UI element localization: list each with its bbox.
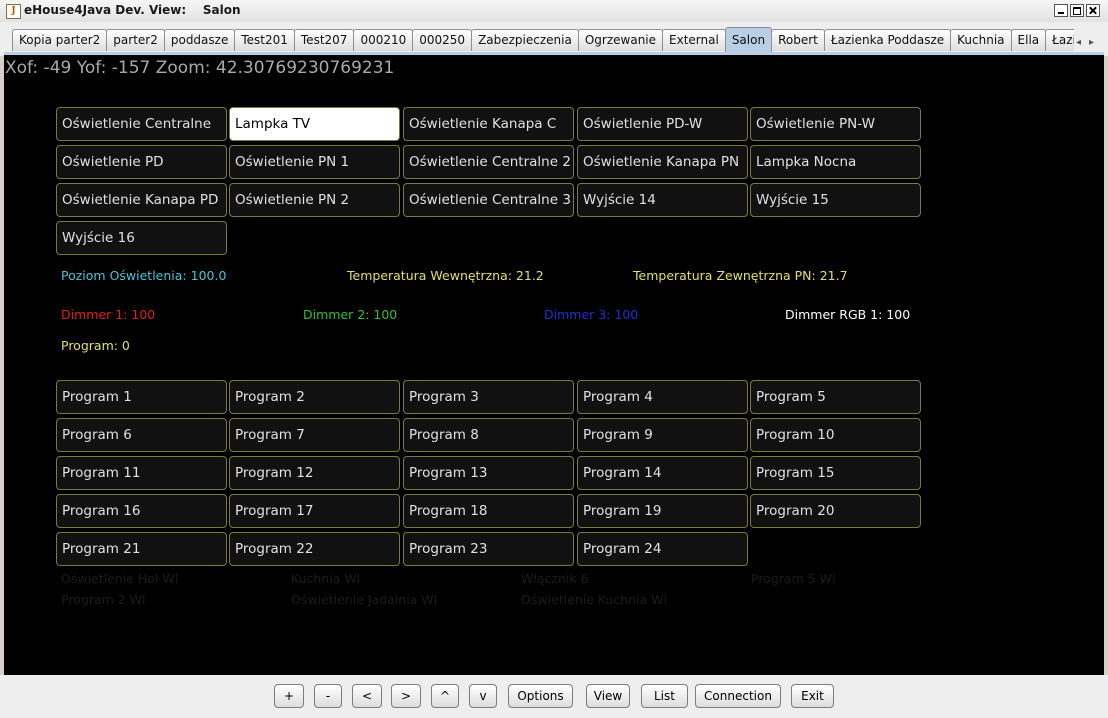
tab-test201[interactable]: Test201 (234, 29, 295, 51)
output-button-wyjscie-14[interactable]: Wyjście 14 (577, 183, 748, 217)
output-button-oswietlenie-pn-2[interactable]: Oświetlenie PN 2 (229, 183, 400, 217)
tab-zabezpieczenia[interactable]: Zabezpieczenia (471, 29, 579, 51)
zoom-status: Xof: -49 Yof: -157 Zoom: 42.307692307692… (5, 58, 395, 78)
output-button-wyjscie-16[interactable]: Wyjście 16 (56, 221, 227, 255)
program-button-program-23[interactable]: Program 23 (403, 532, 574, 566)
dimmer-rgb-readout: Dimmer RGB 1: 100 (785, 307, 911, 322)
output-button-oswietlenie-pd-w[interactable]: Oświetlenie PD-W (577, 107, 748, 141)
zoom-in-button[interactable]: + (274, 684, 304, 708)
program-button-program-10[interactable]: Program 10 (750, 418, 921, 452)
tab-strip: Kopia parter2 parter2 poddasze Test201 Test2… (0, 22, 1108, 56)
view-tabs: Kopia parter2 parter2 poddasze Test201 Test2… (12, 27, 1074, 52)
move-up-button[interactable]: ^ (431, 684, 459, 708)
dimmer-2-readout: Dimmer 2: 100 (303, 307, 398, 322)
tab-test207[interactable]: Test207 (293, 29, 355, 51)
dimmer-3-readout: Dimmer 3: 100 (544, 307, 639, 322)
program-button-program-3[interactable]: Program 3 (403, 380, 574, 414)
link-oswietlenie-kuchnia-wl[interactable]: Oświetlenie Kuchnia Wl (521, 592, 667, 607)
link-kuchnia-wl[interactable]: Kuchnia Wl (291, 571, 360, 586)
program-button-program-24[interactable]: Program 24 (577, 532, 748, 566)
program-button-program-21[interactable]: Program 21 (56, 532, 227, 566)
output-button-lampka-tv[interactable]: Lampka TV (229, 107, 400, 141)
tab-ella[interactable]: Ella (1010, 29, 1047, 51)
view-button[interactable]: View (586, 684, 630, 708)
output-button-oswietlenie-centralne-3[interactable]: Oświetlenie Centralne 3 (403, 183, 574, 217)
program-button-program-6[interactable]: Program 6 (56, 418, 227, 452)
minimize-icon[interactable] (1054, 4, 1068, 17)
program-button-program-20[interactable]: Program 20 (750, 494, 921, 528)
output-button-oswietlenie-centralne-2[interactable]: Oświetlenie Centralne 2 (403, 145, 574, 179)
tab-000210[interactable]: 000210 (353, 29, 414, 51)
view-canvas[interactable]: Xof: -49 Yof: -157 Zoom: 42.307692307692… (4, 55, 1104, 675)
move-left-button[interactable]: < (352, 684, 382, 708)
connection-button[interactable]: Connection (695, 684, 781, 708)
output-button-oswietlenie-pd[interactable]: Oświetlenie PD (56, 145, 227, 179)
move-right-button[interactable]: > (391, 684, 421, 708)
tab-external[interactable]: External (662, 29, 726, 51)
program-button-program-22[interactable]: Program 22 (229, 532, 400, 566)
output-button-oswietlenie-pn-w[interactable]: Oświetlenie PN-W (750, 107, 921, 141)
program-button-program-17[interactable]: Program 17 (229, 494, 400, 528)
window-title: eHouse4Java Dev. View: Salon (24, 3, 241, 17)
program-button-program-14[interactable]: Program 14 (577, 456, 748, 490)
tab-scroll-right-icon[interactable]: ▸ (1089, 37, 1102, 48)
tab-scroll-arrows[interactable]: ◂▸ (1076, 37, 1102, 48)
options-button[interactable]: Options (508, 684, 573, 708)
program-button-program-7[interactable]: Program 7 (229, 418, 400, 452)
output-button-oswietlenie-kanapa-pn[interactable]: Oświetlenie Kanapa PN (577, 145, 748, 179)
tab-000250[interactable]: 000250 (412, 29, 473, 51)
title-bar: J eHouse4Java Dev. View: Salon (0, 0, 1108, 23)
program-button-program-2[interactable]: Program 2 (229, 380, 400, 414)
java-app-icon: J (6, 4, 21, 19)
program-button-program-12[interactable]: Program 12 (229, 456, 400, 490)
program-button-program-19[interactable]: Program 19 (577, 494, 748, 528)
program-button-program-5[interactable]: Program 5 (750, 380, 921, 414)
close-icon[interactable] (1086, 4, 1100, 17)
link-oswietlenie-hol-wl[interactable]: Oświetlenie Hol Wl (61, 571, 178, 586)
tab-ogrzewanie[interactable]: Ogrzewanie (577, 29, 664, 51)
program-button-program-8[interactable]: Program 8 (403, 418, 574, 452)
tab-kuchnia[interactable]: Kuchnia (950, 29, 1012, 51)
tab-lazie[interactable]: Łazie (1045, 29, 1074, 51)
program-button-program-16[interactable]: Program 16 (56, 494, 227, 528)
program-button-program-11[interactable]: Program 11 (56, 456, 227, 490)
output-button-oswietlenie-centralne[interactable]: Oświetlenie Centralne (56, 107, 227, 141)
tab-lazienka-poddasze[interactable]: Łazienka Poddasze (823, 29, 952, 51)
outside-temperature-readout: Temperatura Zewnętrzna PN: 21.7 (633, 268, 848, 283)
program-button-program-4[interactable]: Program 4 (577, 380, 748, 414)
link-program-5-wl[interactable]: Program 5 Wl (751, 571, 835, 586)
dimmer-1-readout: Dimmer 1: 100 (61, 307, 156, 322)
link-wlacznik-6[interactable]: Włącznik 6 (521, 571, 589, 586)
move-down-button[interactable]: v (469, 684, 497, 708)
program-button-program-18[interactable]: Program 18 (403, 494, 574, 528)
output-button-oswietlenie-kanapa-c[interactable]: Oświetlenie Kanapa C (403, 107, 574, 141)
tab-robert[interactable]: Robert (771, 29, 825, 51)
output-button-oswietlenie-kanapa-pd[interactable]: Oświetlenie Kanapa PD (56, 183, 227, 217)
program-button-program-15[interactable]: Program 15 (750, 456, 921, 490)
output-button-lampka-nocna[interactable]: Lampka Nocna (750, 145, 921, 179)
tab-poddasze[interactable]: poddasze (163, 29, 236, 51)
program-button-program-1[interactable]: Program 1 (56, 380, 227, 414)
maximize-icon[interactable] (1070, 4, 1084, 17)
output-button-oswietlenie-pn-1[interactable]: Oświetlenie PN 1 (229, 145, 400, 179)
light-level-readout: Poziom Oświetlenia: 100.0 (61, 268, 227, 283)
zoom-out-button[interactable]: - (314, 684, 342, 708)
program-readout: Program: 0 (61, 338, 130, 353)
program-button-program-9[interactable]: Program 9 (577, 418, 748, 452)
output-button-wyjscie-15[interactable]: Wyjście 15 (750, 183, 921, 217)
tab-scroll-left-icon[interactable]: ◂ (1076, 37, 1089, 48)
exit-button[interactable]: Exit (791, 684, 834, 708)
list-button[interactable]: List (641, 684, 688, 708)
inside-temperature-readout: Temperatura Wewnętrzna: 21.2 (347, 268, 544, 283)
bottom-toolbar: + - < > ^ v Options View List Connection Exit (0, 675, 1108, 718)
program-button-program-13[interactable]: Program 13 (403, 456, 574, 490)
tab-parter2[interactable]: parter2 (106, 29, 165, 51)
link-program-2-wl[interactable]: Program 2 Wl (61, 592, 145, 607)
tab-salon[interactable]: Salon (724, 27, 773, 52)
link-oswietlenie-jadalnia-wl[interactable]: Oświetlenie Jadalnia Wl (291, 592, 437, 607)
tab-kopia-parter2[interactable]: Kopia parter2 (12, 29, 108, 51)
